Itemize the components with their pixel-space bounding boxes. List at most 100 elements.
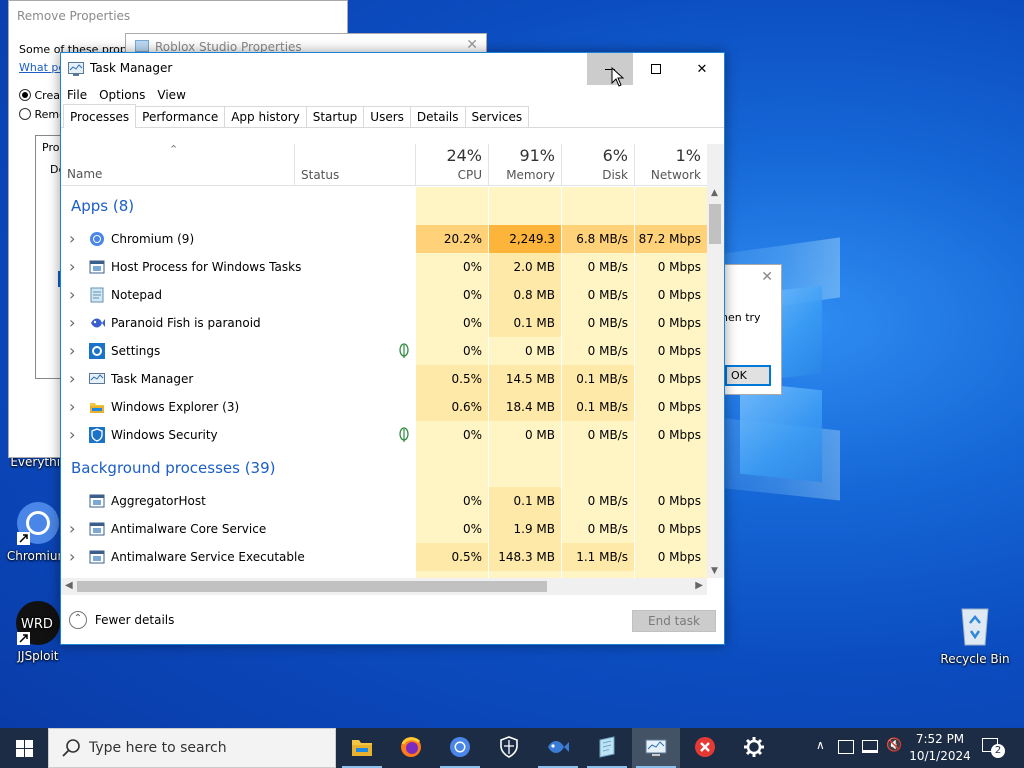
tab-performance[interactable]: Performance: [135, 106, 226, 127]
column-header-cpu[interactable]: 24% CPU: [415, 144, 488, 186]
menu-file[interactable]: File: [67, 85, 87, 105]
scroll-right-icon[interactable]: ▶: [695, 580, 703, 591]
tab-services[interactable]: Services: [464, 106, 530, 127]
svg-text:WRD: WRD: [21, 617, 53, 632]
start-button[interactable]: [0, 728, 48, 768]
taskbar-app-task-manager[interactable]: [632, 728, 680, 768]
ok-button[interactable]: OK: [725, 365, 771, 386]
expand-chevron-icon[interactable]: ›: [69, 337, 75, 365]
column-header-name[interactable]: Name: [67, 167, 102, 181]
metric-net: 0 Mbps: [634, 365, 707, 393]
window-title: Task Manager: [90, 61, 173, 75]
create-radio[interactable]: Crea: [19, 89, 60, 102]
taskbar-app-settings[interactable]: [730, 728, 778, 768]
expand-chevron-icon[interactable]: ›: [69, 253, 75, 281]
column-header-memory[interactable]: 91% Memory: [488, 144, 561, 186]
end-task-button[interactable]: End task: [632, 610, 716, 632]
table-row[interactable]: › Notepad 0% 0.8 MB 0 MB/s 0 Mbps: [61, 281, 707, 309]
horizontal-scrollbar[interactable]: ◀ ▶: [61, 578, 707, 595]
column-header-disk[interactable]: 6% Disk: [561, 144, 634, 186]
column-header-status[interactable]: Status: [294, 144, 415, 186]
jjsploit-icon: WRD: [15, 600, 61, 646]
table-row[interactable]: › Windows Explorer (3) 0.6% 18.4 MB 0.1 MB/s…: [61, 393, 707, 421]
metric-disk: 0 MB/s: [561, 309, 634, 337]
maximize-button[interactable]: [633, 53, 679, 85]
table-row[interactable]: › Antimalware Core Service 0% 1.9 MB 0 MB/s 0…: [61, 515, 707, 543]
task-manager-icon: [645, 737, 667, 760]
process-name: Host Process for Windows Tasks: [111, 260, 302, 274]
metric-disk: 0 MB/s: [561, 281, 634, 309]
expand-chevron-icon[interactable]: ›: [69, 309, 75, 337]
tray-app-icon[interactable]: [838, 740, 854, 754]
table-row[interactable]: › Paranoid Fish is paranoid 0% 0.1 MB 0 MB/s…: [61, 309, 707, 337]
metric-mem: 0.1 MB: [488, 487, 561, 515]
desktop-icon-recycle-bin[interactable]: Recycle Bin: [940, 603, 1010, 666]
chromium-icon: [89, 231, 105, 247]
scroll-left-icon[interactable]: ◀: [65, 580, 73, 591]
metric-cpu: 20.2%: [415, 225, 488, 253]
table-row[interactable]: › Host Process for Windows Tasks 0% 2.0 MB 0…: [61, 253, 707, 281]
taskbar-app-file-explorer[interactable]: [338, 728, 386, 768]
expand-chevron-icon[interactable]: ›: [69, 281, 75, 309]
window-icon: [89, 521, 105, 537]
metric-mem: 148.3 MB: [488, 543, 561, 571]
metric-cpu: 0%: [415, 421, 488, 449]
metric-cpu: 0%: [415, 281, 488, 309]
taskbar-app-notepad[interactable]: [583, 728, 631, 768]
process-name: Windows Security: [111, 428, 218, 442]
expand-chevron-icon[interactable]: ›: [69, 365, 75, 393]
process-name: Paranoid Fish is paranoid: [111, 316, 261, 330]
scroll-up-icon[interactable]: ▲: [711, 188, 718, 198]
notification-button[interactable]: 2: [982, 738, 1005, 758]
metric-cpu: 0.5%: [415, 543, 488, 571]
column-header-network[interactable]: 1% Network: [634, 144, 707, 186]
expand-chevron-icon[interactable]: ›: [69, 393, 75, 421]
tab-details[interactable]: Details: [409, 106, 466, 127]
clock[interactable]: 7:52 PM 10/1/2024: [905, 731, 975, 765]
title-bar[interactable]: Task Manager ✕: [61, 53, 725, 87]
close-button[interactable]: ✕: [679, 53, 725, 85]
search-icon: [61, 738, 81, 758]
fish-icon: [546, 737, 570, 760]
firefox-icon: [400, 736, 422, 761]
heat-cell: [415, 449, 488, 487]
remove-radio[interactable]: Remo: [19, 108, 66, 121]
table-row[interactable]: AggregatorHost 0% 0.1 MB 0 MB/s 0 Mbps: [61, 487, 707, 515]
expand-chevron-icon[interactable]: ›: [69, 543, 75, 571]
tab-processes[interactable]: Processes: [63, 104, 137, 128]
expand-chevron-icon[interactable]: ›: [69, 225, 75, 253]
scroll-thumb[interactable]: [77, 581, 547, 592]
expand-chevron-icon[interactable]: ›: [69, 421, 75, 449]
search-box[interactable]: Type here to search: [48, 728, 336, 768]
table-row[interactable]: › Settings 0% 0 MB 0 MB/s 0 Mbps: [61, 337, 707, 365]
taskbar-app-fish[interactable]: [534, 728, 582, 768]
taskbar-app-chromium[interactable]: [436, 728, 484, 768]
menu-options[interactable]: Options: [99, 85, 145, 105]
show-hidden-icons[interactable]: ∧: [816, 738, 825, 752]
scroll-down-icon[interactable]: ▼: [711, 566, 718, 576]
tab-app-history[interactable]: App history: [224, 106, 307, 127]
taskbar-app-close-app[interactable]: [681, 728, 729, 768]
close-icon[interactable]: ✕: [761, 269, 773, 285]
tab-startup[interactable]: Startup: [305, 106, 365, 127]
tab-users[interactable]: Users: [363, 106, 411, 127]
help-link[interactable]: What pe: [19, 61, 65, 74]
close-icon[interactable]: ✕: [466, 37, 478, 53]
vertical-scrollbar[interactable]: ▲ ▼: [707, 144, 724, 578]
expand-chevron-icon[interactable]: ›: [69, 515, 75, 543]
menu-view[interactable]: View: [157, 85, 185, 105]
taskbar-app-firefox[interactable]: [387, 728, 435, 768]
scroll-thumb[interactable]: [709, 204, 721, 244]
table-row[interactable]: › Task Manager 0.5% 14.5 MB 0.1 MB/s 0 Mbps: [61, 365, 707, 393]
taskbar-app-security[interactable]: [485, 728, 533, 768]
table-row[interactable]: › Windows Security 0% 0 MB 0 MB/s 0 Mbps: [61, 421, 707, 449]
volume-muted-icon[interactable]: 🔇: [886, 738, 902, 753]
minimize-button[interactable]: [587, 53, 633, 85]
task-manager-window[interactable]: Task Manager ✕ File Options View Process…: [60, 52, 725, 645]
metric-net: 0 Mbps: [634, 515, 707, 543]
network-icon[interactable]: [862, 740, 878, 753]
fewer-details-button[interactable]: ⌃ Fewer details: [69, 611, 174, 629]
table-row[interactable]: › Antimalware Service Executable 0.5% 148.3…: [61, 543, 707, 571]
metric-disk: 1.1 MB/s: [561, 543, 634, 571]
table-row[interactable]: › Chromium (9) 20.2%2,249.3 MB6.8 MB/s87.2…: [61, 225, 707, 274]
